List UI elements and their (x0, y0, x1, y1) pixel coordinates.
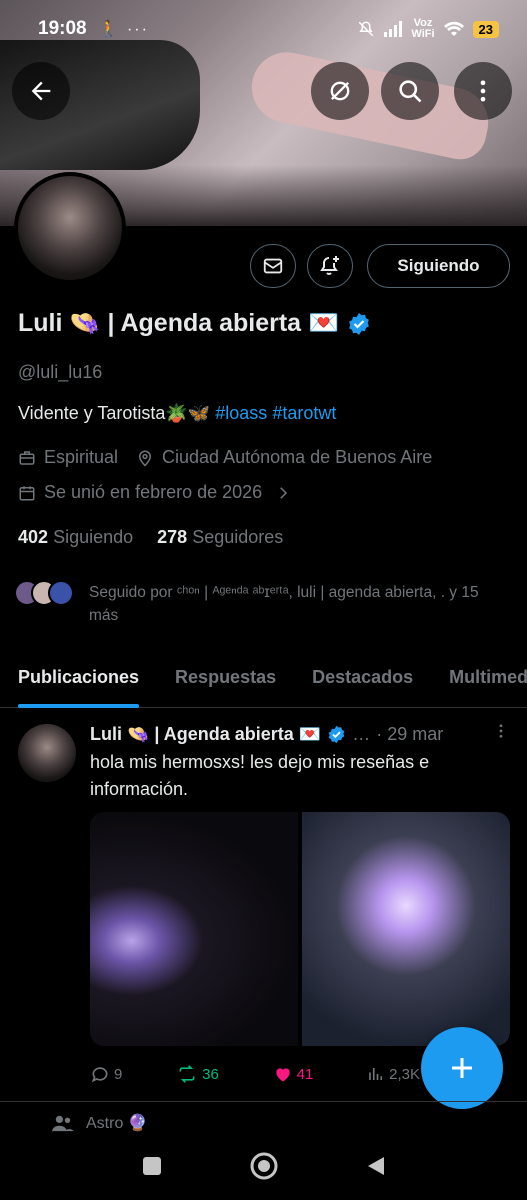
next-post-label: Astro 🔮 (86, 1115, 148, 1132)
repost-button[interactable]: 36 (176, 1064, 219, 1084)
network-label-wifi: WiFi (411, 28, 435, 40)
profile-avatar-image (18, 176, 122, 280)
system-nav-bar (0, 1132, 527, 1200)
profile-joined: Se unió en febrero de 2026 (44, 482, 263, 502)
post-avatar[interactable] (18, 724, 76, 782)
network-label: Voz WiFi (411, 18, 434, 40)
repost-count: 36 (202, 1065, 219, 1083)
post-media[interactable] (90, 812, 510, 1046)
bell-plus-icon (320, 256, 339, 275)
status-time: 19:08 (38, 18, 87, 39)
follow-stats: 402 Siguiendo 278 Seguidores (18, 527, 283, 548)
more-button[interactable] (454, 62, 512, 120)
back-nav-icon[interactable] (365, 1155, 387, 1177)
post-more-button[interactable] (492, 722, 510, 746)
post-image-flower[interactable] (302, 812, 510, 1046)
reply-icon (91, 1067, 108, 1083)
repost-icon (179, 1065, 195, 1083)
profile-avatar[interactable] (14, 172, 126, 284)
briefcase-icon (19, 450, 35, 465)
profile-joined-row[interactable]: Se unió en febrero de 2026 (18, 482, 292, 503)
followers-stat[interactable]: 278 Seguidores (157, 527, 283, 548)
followers-label: Seguidores (192, 527, 284, 547)
like-count: 41 (296, 1065, 314, 1083)
more-vertical-icon (499, 724, 503, 738)
notifications-button[interactable] (307, 244, 353, 288)
profile-bio: Vidente y Tarotista🪴🦋 #loass #tarotwt (18, 403, 336, 424)
profile-handle: @luli_lu16 (18, 362, 103, 382)
followers-count: 278 (157, 527, 188, 547)
post-date: · 29 mar (376, 723, 444, 744)
bio-hashtag[interactable]: #loass (215, 403, 267, 423)
search-icon (399, 80, 422, 103)
signal-icon (384, 21, 403, 37)
followed-by-text[interactable]: Seguido por ᶜʰᵒⁿ | ᴬᵍᵉⁿᵈᵃ ᵃᵇɪᵉʳᵗᵃ, luli … (89, 581, 509, 627)
back-button[interactable] (12, 62, 70, 120)
mute-icon (359, 21, 374, 37)
profile-name: Luli 👒 | Agenda abierta 💌 (18, 309, 340, 337)
following-stat[interactable]: 402 Siguiendo (18, 527, 133, 548)
divider (0, 1101, 527, 1102)
tab-replies[interactable]: Respuestas (175, 648, 276, 708)
compose-button[interactable] (421, 1027, 503, 1109)
profile-meta-row: Espiritual Ciudad Autónoma de Buenos Air… (18, 447, 432, 468)
envelope-icon (263, 258, 283, 274)
status-right: Voz WiFi 23 (357, 18, 499, 40)
sync-button[interactable] (311, 62, 369, 120)
heart-icon (275, 1068, 290, 1082)
battery-indicator: 23 (472, 20, 499, 38)
post-image-cat-eye[interactable] (90, 812, 298, 1046)
views-icon (369, 1068, 383, 1080)
views-button[interactable]: 2,3K (367, 1064, 420, 1084)
post-text: hola mis hermosxs! les dejo mis reseñas … (90, 752, 430, 799)
following-label: Siguiendo (53, 527, 134, 547)
message-button[interactable] (250, 244, 296, 288)
users-icon (52, 1115, 74, 1132)
next-post-context[interactable]: Astro 🔮 (52, 1113, 148, 1133)
more-vertical-icon (480, 80, 486, 102)
verified-badge-icon[interactable] (347, 312, 371, 336)
status-left-icons: 🚶 ··· (98, 21, 149, 38)
status-bar: 19:08 🚶 ··· Voz WiFi 23 (0, 0, 527, 58)
reply-button[interactable]: 9 (90, 1064, 122, 1084)
following-count: 402 (18, 527, 49, 547)
followed-by-avatars[interactable] (14, 580, 74, 606)
bio-hashtag[interactable]: #tarotwt (272, 403, 336, 423)
post-ellipsis: … (352, 723, 371, 744)
like-button[interactable]: 41 (273, 1064, 314, 1084)
plus-icon (452, 1058, 472, 1078)
profile-name-row: Luli 👒 | Agenda abierta 💌 (18, 309, 371, 338)
profile-category: Espiritual (44, 447, 119, 467)
home-icon[interactable] (249, 1151, 279, 1181)
wifi-icon (443, 21, 464, 36)
tab-highlights[interactable]: Destacados (312, 648, 413, 708)
following-button[interactable]: Siguiendo (367, 244, 510, 288)
calendar-icon (19, 485, 35, 500)
search-button[interactable] (381, 62, 439, 120)
profile-tabs: Publicaciones Respuestas Destacados Mult… (0, 648, 527, 708)
avatar (48, 580, 74, 606)
tab-media[interactable]: Multimedia (449, 648, 527, 708)
views-count: 2,3K (389, 1065, 420, 1083)
post-author[interactable]: Luli 👒 | Agenda abierta 💌 (90, 724, 321, 745)
location-pin-icon (139, 450, 152, 467)
post-header: Luli 👒 | Agenda abierta 💌 … · 29 mar (90, 722, 510, 746)
verified-badge-icon (328, 725, 345, 743)
sync-off-icon (330, 81, 350, 101)
tab-posts[interactable]: Publicaciones (18, 648, 140, 708)
reply-count: 9 (114, 1065, 123, 1083)
recents-icon[interactable] (141, 1155, 163, 1177)
post-actions: 9 36 41 2,3K (90, 1064, 420, 1084)
arrow-left-icon (31, 81, 51, 101)
bio-text: Vidente y Tarotista🪴🦋 (18, 403, 216, 423)
profile-location: Ciudad Autónoma de Buenos Aire (162, 447, 433, 467)
chevron-right-icon (280, 486, 288, 499)
